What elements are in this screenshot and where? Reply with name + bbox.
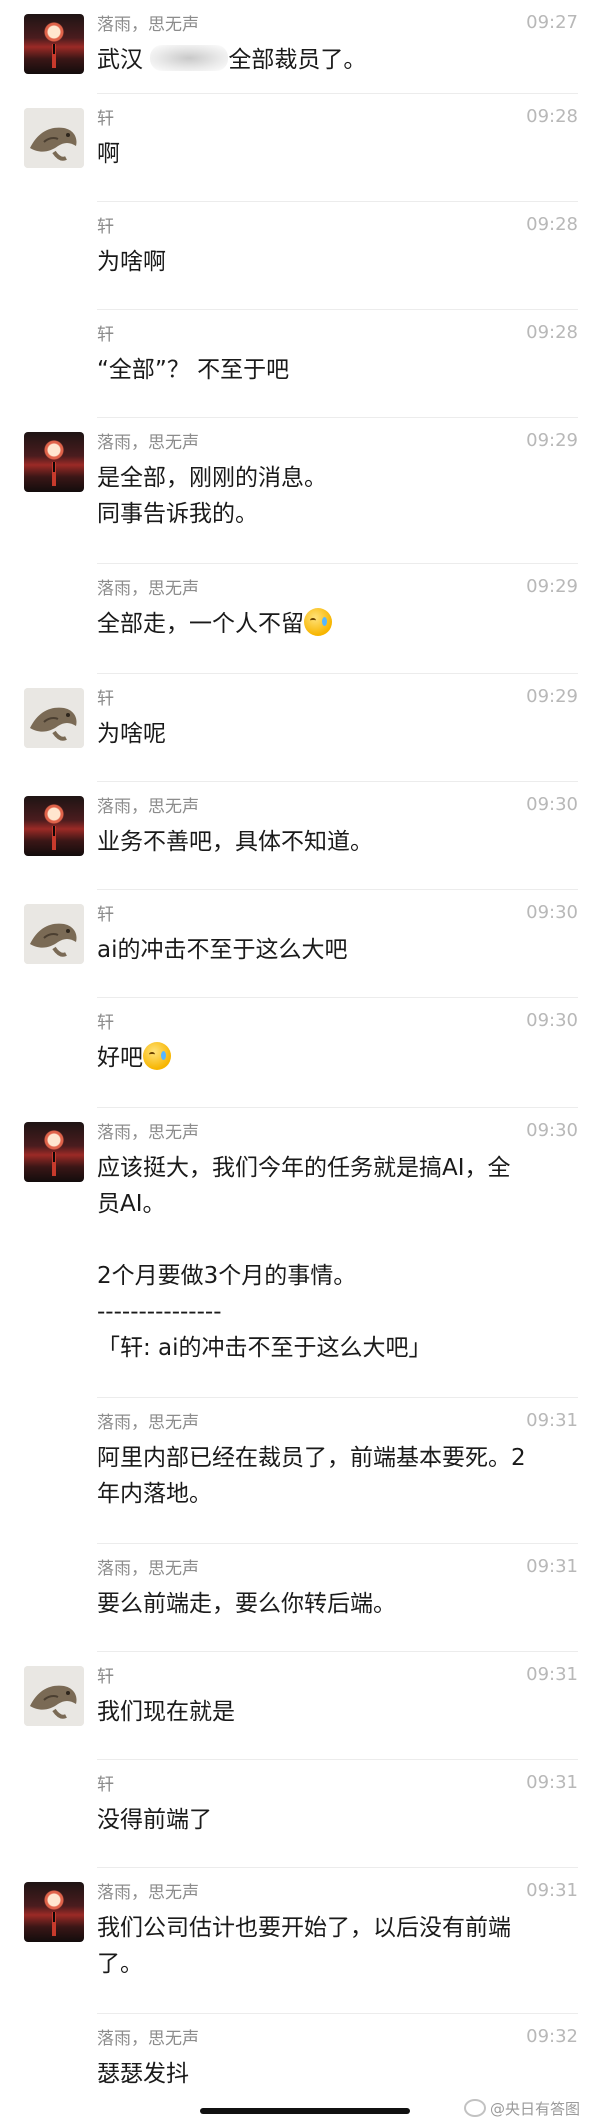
sender-name: 轩 [97,109,114,129]
sender-name: 轩 [97,905,114,925]
sender-name: 轩 [97,689,114,709]
message-time: 09:31 [526,1772,578,1793]
chat-message: 落雨，思无声 09:31 我们公司估计也要开始了，以后没有前端 了。 [0,1868,600,2014]
message-text: 应该挺大，我们今年的任务就是搞AI，全 员AI。 2个月要做3个月的事情。 --… [97,1155,511,1361]
avatar-sunset[interactable] [24,1882,84,1942]
weibo-watermark: @央日有答图 [463,2098,580,2119]
sender-name: 轩 [97,217,114,237]
message-text: 为啥呢 [97,721,166,747]
chat-message: 轩 09:31 没得前端了 [0,1760,600,1868]
avatar-crocodile[interactable] [24,1666,84,1726]
message-text: 我们公司估计也要开始了，以后没有前端 了。 [97,1915,511,1977]
avatar-crocodile[interactable] [24,108,84,168]
message-text-before: 武汉 [97,47,151,73]
message-text-body: 全部走，一个人不留 [97,611,304,637]
chat-message: 轩 09:28 啊 [0,94,600,202]
message-time: 09:29 [526,576,578,597]
message-text: 瑟瑟发抖 [97,2061,189,2087]
message-time: 09:31 [526,1664,578,1685]
message-text: 我们现在就是 [97,1699,235,1725]
message-text: 为啥啊 [97,249,166,275]
avatar-sunset[interactable] [24,1122,84,1182]
sender-name: 落雨，思无声 [97,1413,199,1433]
chat-message: 轩 09:28 “全部”？ 不至于吧 [0,310,600,418]
message-time: 09:29 [526,686,578,707]
sender-name: 落雨，思无声 [97,1123,199,1143]
message-time: 09:32 [526,2026,578,2047]
chat-message: 落雨，思无声 09:27 武汉 全部裁员了。 [0,0,600,94]
redacted-blur [150,45,229,71]
message-time: 09:27 [526,12,578,33]
crying-laughing-emoji-icon [143,1042,171,1070]
weibo-logo-icon [463,2099,486,2117]
crying-laughing-emoji-icon [304,608,332,636]
sender-name: 落雨，思无声 [97,15,199,35]
message-text: 啊 [97,141,120,167]
sender-name: 落雨，思无声 [97,1883,199,1903]
message-time: 09:30 [526,902,578,923]
chat-message: 轩 09:29 为啥呢 [0,674,600,782]
avatar-crocodile[interactable] [24,688,84,748]
chat-message: 轩 09:31 我们现在就是 [0,1652,600,1760]
chat-message: 轩 09:28 为啥啊 [0,202,600,310]
avatar-sunset[interactable] [24,14,84,74]
message-text: 要么前端走，要么你转后端。 [97,1591,396,1617]
watermark-text: @央日有答图 [489,2100,580,2118]
message-time: 09:31 [526,1556,578,1577]
message-text: 阿里内部已经在裁员了，前端基本要死。2 年内落地。 [97,1445,526,1507]
message-time: 09:30 [526,1010,578,1031]
sender-name: 落雨，思无声 [97,1559,199,1579]
message-time: 09:29 [526,430,578,451]
sender-name: 落雨，思无声 [97,2029,199,2049]
chat-message: 落雨，思无声 09:31 阿里内部已经在裁员了，前端基本要死。2 年内落地。 [0,1398,600,1544]
message-time: 09:30 [526,1120,578,1141]
message-text: 好吧 [97,1040,567,1076]
message-text: “全部”？ 不至于吧 [97,357,290,383]
message-time: 09:31 [526,1410,578,1431]
chat-message: 落雨，思无声 09:29 全部走，一个人不留 [0,564,600,674]
message-text: 是全部，刚刚的消息。 同事告诉我的。 [97,465,327,527]
message-time: 09:28 [526,322,578,343]
message-text: 武汉 全部裁员了。 [97,42,567,78]
avatar-sunset[interactable] [24,796,84,856]
sender-name: 落雨，思无声 [97,797,199,817]
sender-name: 轩 [97,1775,114,1795]
message-text-after: 全部裁员了。 [228,47,367,73]
message-text: 业务不善吧，具体不知道。 [97,829,373,855]
sender-name: 轩 [97,1013,114,1033]
avatar-sunset[interactable] [24,432,84,492]
chat-message: 落雨，思无声 09:30 应该挺大，我们今年的任务就是搞AI，全 员AI。 2个… [0,1108,600,1398]
sender-name: 轩 [97,325,114,345]
sender-name: 轩 [97,1667,114,1687]
chat-message: 落雨，思无声 09:32 瑟瑟发抖 [0,2014,600,2106]
message-text-body: 好吧 [97,1045,143,1071]
message-text: 没得前端了 [97,1807,212,1833]
chat-message: 落雨，思无声 09:31 要么前端走，要么你转后端。 [0,1544,600,1652]
message-text: 全部走，一个人不留 [97,606,567,642]
message-time: 09:28 [526,214,578,235]
chat-message: 落雨，思无声 09:29 是全部，刚刚的消息。 同事告诉我的。 [0,418,600,564]
message-time: 09:31 [526,1880,578,1901]
sender-name: 落雨，思无声 [97,433,199,453]
chat-message: 落雨，思无声 09:30 业务不善吧，具体不知道。 [0,782,600,890]
sender-name: 落雨，思无声 [97,579,199,599]
message-text: ai的冲击不至于这么大吧 [97,937,348,963]
home-indicator-bar[interactable] [200,2108,410,2114]
message-time: 09:28 [526,106,578,127]
message-time: 09:30 [526,794,578,815]
avatar-crocodile[interactable] [24,904,84,964]
chat-message: 轩 09:30 好吧 [0,998,600,1108]
chat-message: 轩 09:30 ai的冲击不至于这么大吧 [0,890,600,998]
